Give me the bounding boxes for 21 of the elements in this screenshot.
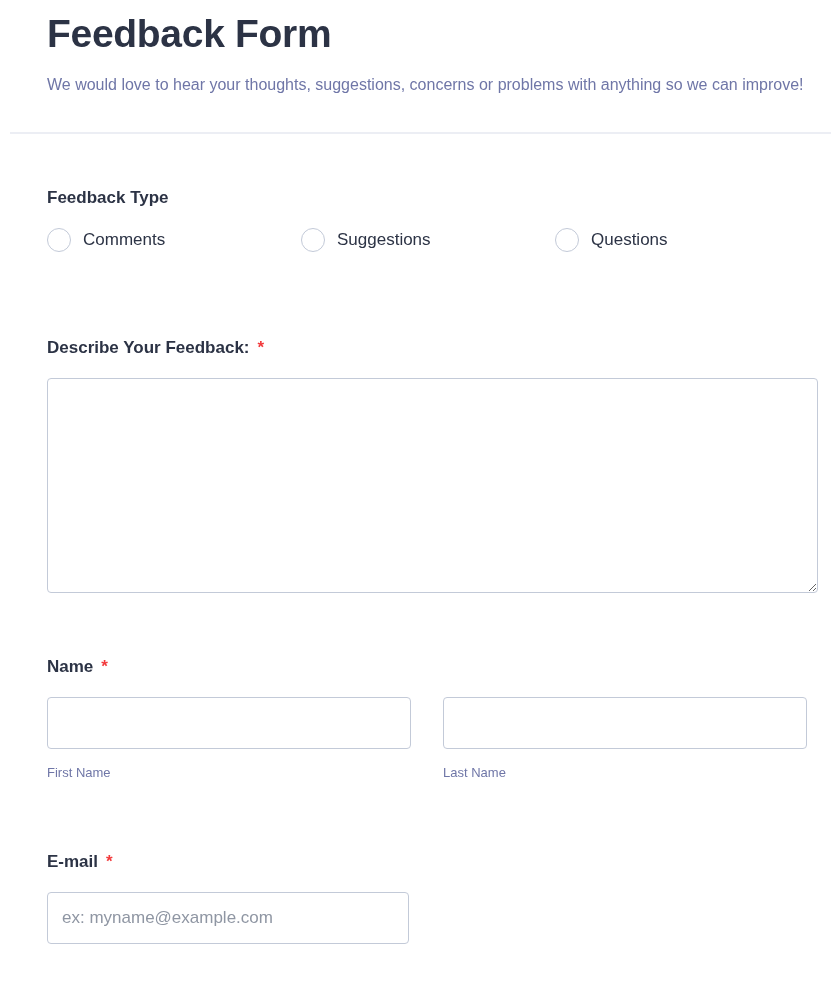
radio-button[interactable] <box>47 228 71 252</box>
required-mark: * <box>101 657 108 677</box>
email-input[interactable]: ex: myname@example.com <box>47 892 409 944</box>
field-label: Name <box>47 657 94 677</box>
required-mark: * <box>257 338 265 358</box>
form-title: Feedback Form <box>47 12 333 56</box>
field-label: E-mail <box>47 852 99 872</box>
radio-button[interactable] <box>301 228 325 252</box>
radio-option[interactable]: Questions <box>555 228 809 252</box>
field-label: Feedback Type <box>47 188 169 208</box>
radio-option[interactable]: Comments <box>47 228 301 252</box>
field-label: Describe Your Feedback: <box>47 338 250 358</box>
input-sublabel: First Name <box>47 765 112 780</box>
name-input[interactable] <box>47 697 411 749</box>
radio-button[interactable] <box>555 228 579 252</box>
feedback-textarea[interactable] <box>47 378 818 593</box>
input-sublabel: Last Name <box>443 765 507 780</box>
radio-option[interactable]: Suggestions <box>301 228 555 252</box>
required-mark: * <box>106 852 113 872</box>
name-input[interactable] <box>443 697 807 749</box>
form-description: We would love to hear your thoughts, suggestions, concerns or problems with anything so we can improve! <box>47 75 805 95</box>
